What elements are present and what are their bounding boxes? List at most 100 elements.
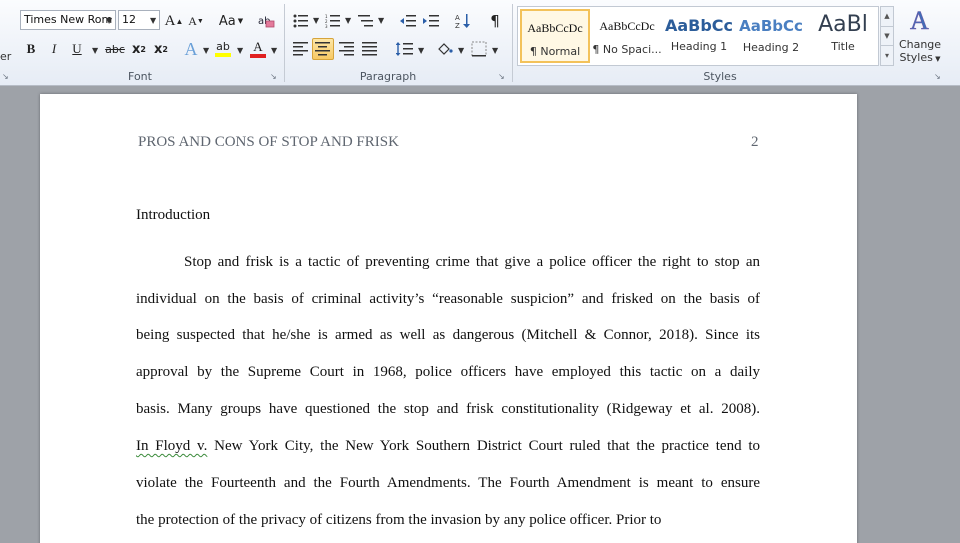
highlight-button[interactable]: ab <box>212 38 234 60</box>
underline-button[interactable]: U <box>66 38 88 60</box>
bullets-icon <box>293 14 308 28</box>
show-marks-button[interactable]: ¶ <box>484 10 506 32</box>
font-color-icon: A <box>253 39 263 54</box>
line-spacing-button[interactable] <box>394 38 416 60</box>
increase-indent-button[interactable] <box>420 10 442 32</box>
paragraph-group-label: Paragraph <box>359 70 417 83</box>
ribbon-left-edge-text: er <box>0 50 12 63</box>
style-normal[interactable]: AaBbCcDc ¶ Normal <box>520 9 590 63</box>
justify-icon <box>362 42 377 56</box>
styles-gallery-scroll: ▲ ▼ ▾ <box>880 6 894 66</box>
styles-scroll-up-button[interactable]: ▲ <box>881 7 893 26</box>
multilevel-list-dropdown-arrow[interactable]: ▼ <box>378 16 384 25</box>
multilevel-list-icon <box>358 15 373 27</box>
bold-button[interactable]: B <box>20 38 42 60</box>
body-line-6: New York City, the New York Southern Dis… <box>214 438 761 454</box>
body-line-4: approval by the Supreme Court in 1968, p… <box>136 364 760 380</box>
grow-font-icon: A <box>164 12 176 29</box>
styles-group-label: Styles <box>703 70 737 83</box>
shrink-font-button[interactable]: A ▼ <box>185 10 207 32</box>
style-heading-1[interactable]: AaBbCc Heading 1 <box>664 9 734 63</box>
align-center-icon <box>315 42 330 56</box>
ribbon: er ↘ Times New Rom ▼ 12 ▼ A ▲ A ▼ Aa ▼ ab B… <box>0 0 960 86</box>
text-effects-button[interactable]: A <box>180 38 202 60</box>
align-left-button[interactable] <box>290 38 312 60</box>
font-color-dropdown-arrow[interactable]: ▼ <box>271 46 277 55</box>
shading-button[interactable] <box>434 38 456 60</box>
font-size-dropdown-arrow[interactable]: ▼ <box>150 16 156 25</box>
change-styles-icon: A <box>910 6 930 36</box>
bold-icon: B <box>26 41 36 56</box>
subscript-icon: x <box>132 41 141 57</box>
font-dialog-launcher[interactable]: ↘ <box>270 72 277 81</box>
decrease-indent-icon <box>400 15 416 27</box>
underline-dropdown-arrow[interactable]: ▼ <box>92 46 98 55</box>
styles-gallery: AaBbCcDc ¶ Normal AaBbCcDc ¶ No Spaci...… <box>517 6 879 66</box>
superscript-button[interactable]: x2 <box>150 38 172 60</box>
shading-bucket-icon <box>438 43 453 55</box>
bullets-button[interactable] <box>290 10 312 32</box>
style-heading-2-sample: AaBbCc <box>739 17 803 35</box>
body-line-2: individual on the basis of criminal acti… <box>136 291 760 307</box>
styles-dialog-launcher[interactable]: ↘ <box>934 72 941 81</box>
style-heading-1-name: Heading 1 <box>670 40 728 53</box>
italic-icon: I <box>51 41 57 56</box>
style-normal-name: ¶ Normal <box>529 45 581 58</box>
clear-formatting-button[interactable]: ab <box>255 10 277 32</box>
subscript-button[interactable]: x2 <box>128 38 150 60</box>
body-line-6-container: In Floyd v. New York City, the New York … <box>136 438 760 455</box>
align-right-button[interactable] <box>336 38 358 60</box>
justify-button[interactable] <box>359 38 381 60</box>
running-head: PROS AND CONS OF STOP AND FRISK <box>138 134 399 150</box>
body-line-7: violate the Fourteenth and the Fourth Am… <box>136 475 760 491</box>
body-line-1: Stop and frisk is a tactic of preventing… <box>184 254 760 270</box>
font-color-button[interactable]: A <box>247 38 269 60</box>
align-right-icon <box>339 42 354 56</box>
shrink-font-icon: A <box>188 13 197 28</box>
paragraph-dialog-launcher[interactable]: ↘ <box>498 72 505 81</box>
document-area: PROS AND CONS OF STOP AND FRISK 2 Introd… <box>0 86 960 543</box>
svg-text:A: A <box>910 6 929 34</box>
style-no-spacing[interactable]: AaBbCcDc ¶ No Spaci... <box>592 9 662 63</box>
style-title[interactable]: AaBl Title <box>808 9 878 63</box>
increase-indent-icon <box>423 15 439 27</box>
styles-more-button[interactable]: ▾ <box>881 45 893 64</box>
shading-dropdown-arrow[interactable]: ▼ <box>458 46 464 55</box>
page-number: 2 <box>751 134 759 150</box>
numbering-dropdown-arrow[interactable]: ▼ <box>345 16 351 25</box>
italic-button[interactable]: I <box>43 38 65 60</box>
grammar-squiggle-text[interactable]: In Floyd v. <box>136 438 207 454</box>
highlight-dropdown-arrow[interactable]: ▼ <box>237 46 243 55</box>
underline-icon: U <box>72 41 82 56</box>
change-styles-button[interactable]: A Change Styles ▼ <box>897 4 943 68</box>
borders-button[interactable] <box>468 38 490 60</box>
font-name-dropdown-arrow[interactable]: ▼ <box>106 16 112 25</box>
text-effects-dropdown-arrow[interactable]: ▼ <box>203 46 209 55</box>
ribbon-left-edge-launcher[interactable]: ↘ <box>2 72 9 81</box>
sort-button[interactable]: AZ <box>452 10 474 32</box>
highlight-icon: ab <box>216 40 230 53</box>
body-line-5: basis. Many groups have questioned the s… <box>136 401 760 417</box>
document-page[interactable]: PROS AND CONS OF STOP AND FRISK 2 Introd… <box>40 94 857 543</box>
strikethrough-button[interactable]: abc <box>102 38 128 60</box>
numbering-button[interactable]: 1 2 3 <box>322 10 344 32</box>
styles-scroll-down-button[interactable]: ▼ <box>881 26 893 45</box>
paragraph-group-separator <box>512 4 513 82</box>
align-center-button[interactable] <box>312 38 334 60</box>
change-case-button[interactable]: Aa ▼ <box>216 10 246 32</box>
change-case-icon: Aa <box>218 13 236 29</box>
style-heading-2[interactable]: AaBbCc Heading 2 <box>736 9 806 63</box>
style-title-name: Title <box>831 40 855 53</box>
body-line-3: being suspected that he/she is armed as … <box>136 327 760 343</box>
decrease-indent-button[interactable] <box>397 10 419 32</box>
font-name-combobox[interactable]: Times New Rom <box>20 10 116 30</box>
style-no-spacing-sample: AaBbCcDc <box>599 19 655 33</box>
grow-font-button[interactable]: A ▲ <box>163 10 185 32</box>
section-heading: Introduction <box>136 207 211 223</box>
borders-dropdown-arrow[interactable]: ▼ <box>492 46 498 55</box>
line-spacing-dropdown-arrow[interactable]: ▼ <box>418 46 424 55</box>
font-group-separator <box>284 4 285 82</box>
multilevel-list-button[interactable] <box>355 10 377 32</box>
bullets-dropdown-arrow[interactable]: ▼ <box>313 16 319 25</box>
change-styles-label-2: Styles <box>899 51 933 64</box>
